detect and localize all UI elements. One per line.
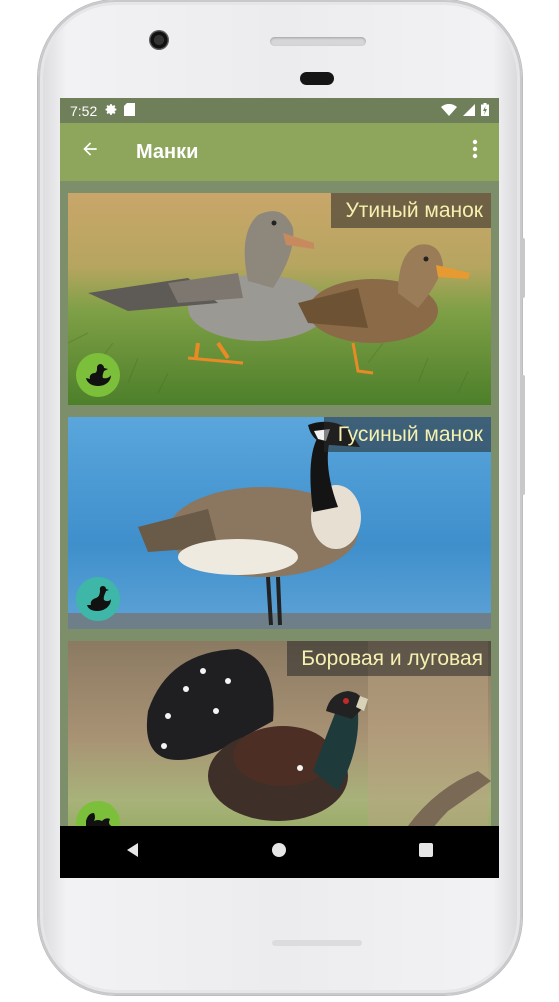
status-time: 7:52 xyxy=(70,102,98,119)
nav-recents-icon[interactable] xyxy=(396,842,456,863)
card-duck-call[interactable]: Утиный манок xyxy=(68,193,491,405)
status-bar: 7:52 xyxy=(60,98,499,123)
wifi-icon xyxy=(441,103,457,119)
page-title: Манки xyxy=(136,140,199,163)
nav-home-icon[interactable] xyxy=(249,842,309,863)
card-title: Утиный манок xyxy=(331,193,491,228)
call-list: Утиный манок Гусиный манок Боровая и луг… xyxy=(60,181,499,826)
status-right-icons xyxy=(441,102,489,119)
arrow-back-icon[interactable] xyxy=(60,138,120,166)
phone-screen: 7:52 Манки Утиный манок Гусиный манок Бо… xyxy=(60,98,499,878)
grouse-icon xyxy=(76,801,120,826)
card-title: Боровая и луговая xyxy=(287,641,491,676)
duck-icon xyxy=(76,353,120,397)
system-nav-bar xyxy=(60,826,499,878)
goose-icon xyxy=(76,577,120,621)
settings-icon xyxy=(105,103,118,119)
bottom-speaker xyxy=(272,940,362,946)
app-bar: Манки xyxy=(60,123,499,181)
volume-button xyxy=(520,238,525,298)
battery-icon xyxy=(481,102,489,119)
more-vert-icon[interactable] xyxy=(451,139,499,165)
sd-card-icon xyxy=(124,102,136,119)
power-button xyxy=(520,375,525,495)
earpiece-speaker xyxy=(270,37,366,46)
card-goose-call[interactable]: Гусиный манок xyxy=(68,417,491,629)
nav-back-icon[interactable] xyxy=(103,842,163,863)
proximity-sensor xyxy=(300,72,334,85)
card-grouse-call[interactable]: Боровая и луговая xyxy=(68,641,491,826)
signal-icon xyxy=(463,103,475,119)
card-title: Гусиный манок xyxy=(323,417,491,452)
front-camera xyxy=(149,30,169,50)
